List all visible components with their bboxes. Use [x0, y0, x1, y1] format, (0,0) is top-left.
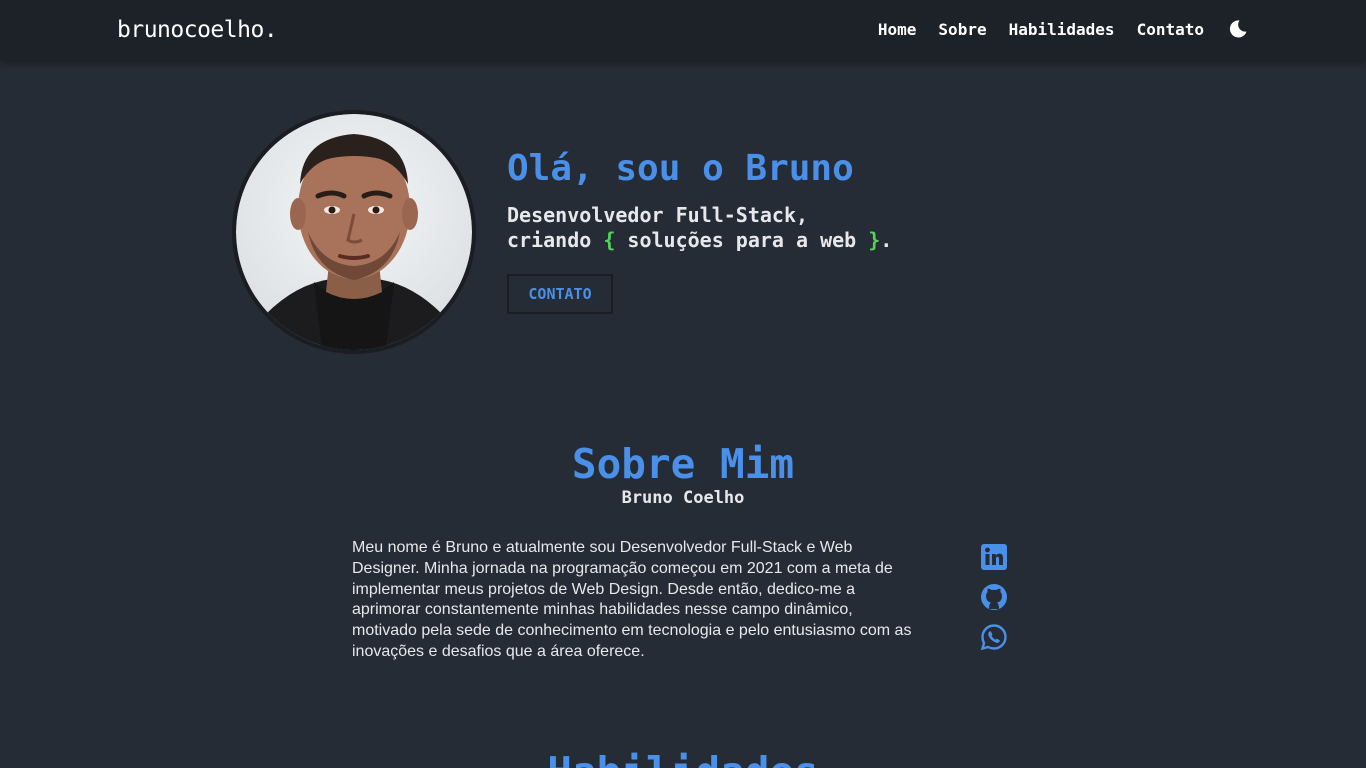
about-title: Sobre Mim: [571, 440, 795, 488]
moon-icon[interactable]: [1228, 19, 1248, 39]
hero-title: Olá, sou o Bruno: [507, 148, 854, 189]
profile-portrait: [236, 114, 472, 350]
skills-title: Habilidades: [0, 748, 1366, 768]
github-icon[interactable]: [980, 583, 1008, 611]
brace-close: }: [868, 228, 881, 252]
linkedin-icon[interactable]: [980, 543, 1008, 571]
about-name: Bruno Coelho: [621, 488, 745, 508]
brand-dot: .: [263, 17, 278, 43]
hero-subtitle-mid: soluções para a web: [615, 228, 869, 252]
profile-photo: [232, 110, 476, 354]
hero-subtitle-line1: Desenvolvedor Full-Stack,: [507, 203, 809, 227]
hero-subtitle-pre: criando: [507, 228, 604, 252]
hero-subtitle-line2: criando { soluções para a web }.: [507, 228, 892, 253]
nav-link-sobre[interactable]: Sobre: [938, 20, 986, 39]
brand-text: brunocoelho: [117, 17, 264, 43]
brace-open: {: [603, 228, 616, 252]
navbar: brunocoelho. Home Sobre Habilidades Cont…: [0, 0, 1366, 61]
contato-button[interactable]: CONTATO: [507, 274, 613, 314]
whatsapp-icon[interactable]: [980, 623, 1008, 651]
nav-link-contato[interactable]: Contato: [1137, 20, 1204, 39]
brand-logo[interactable]: brunocoelho.: [117, 17, 278, 43]
about-text: Meu nome é Bruno e atualmente sou Desenv…: [352, 539, 912, 660]
nav-link-home[interactable]: Home: [878, 20, 917, 39]
hero-subtitle: Desenvolvedor Full-Stack, criando { solu…: [507, 203, 892, 253]
nav-links: Home Sobre Habilidades Contato: [878, 19, 1248, 39]
hero-subtitle-end: .: [880, 228, 893, 252]
nav-link-habilidades[interactable]: Habilidades: [1009, 20, 1115, 39]
